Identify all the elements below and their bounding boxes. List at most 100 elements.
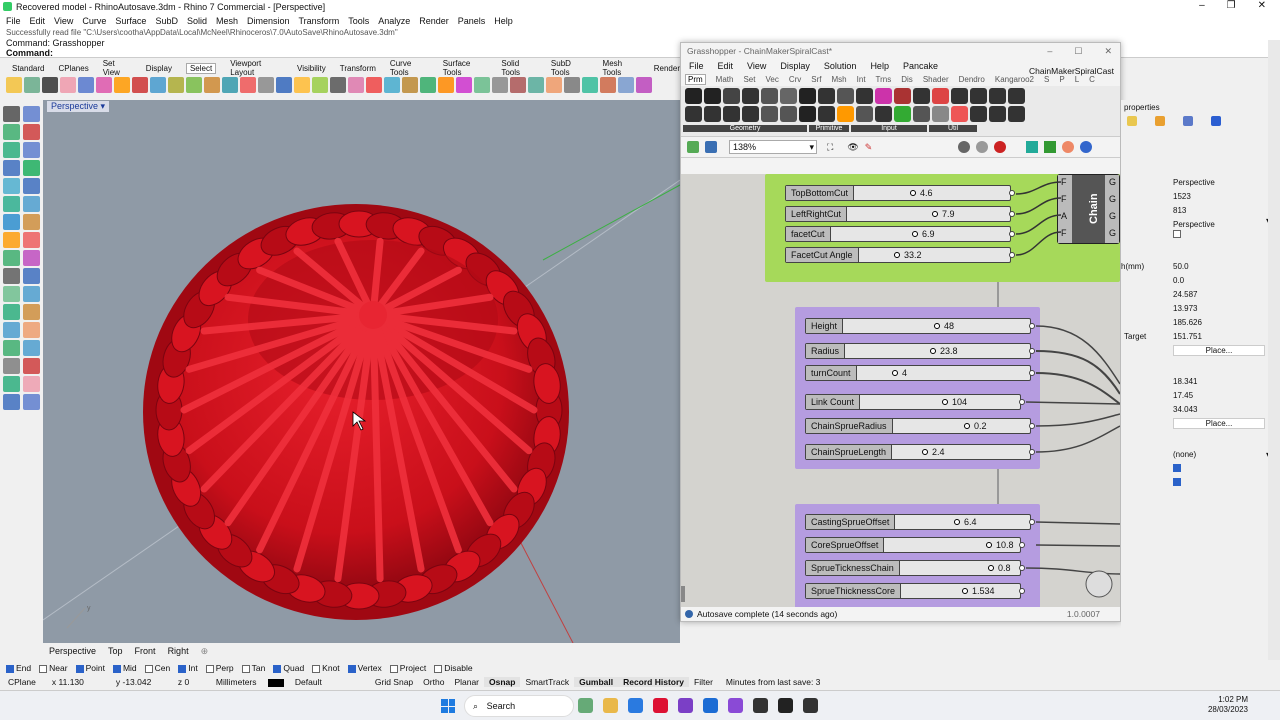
osnap-perp[interactable]: Perp [205, 663, 234, 673]
toolbar-tab-visibility[interactable]: Visibility [297, 64, 326, 73]
checkbox[interactable] [273, 664, 282, 673]
gh-tab-msh[interactable]: Msh [832, 75, 847, 84]
view-tab-front[interactable]: Front [135, 646, 156, 656]
gh-component-icon[interactable] [932, 88, 949, 104]
status-toggle-smarttrack[interactable]: SmartTrack [520, 677, 574, 687]
gh-component-icon[interactable] [951, 88, 968, 104]
gh-tab-srf[interactable]: Srf [811, 75, 821, 84]
notification-icon[interactable] [1211, 116, 1221, 126]
toolbar-button-icon[interactable] [474, 77, 490, 93]
menu-item-file[interactable]: File [6, 16, 21, 26]
gh-component-icon[interactable] [875, 88, 892, 104]
slider-sprueticknesschain[interactable]: SprueTicknessChain 0.8 [805, 560, 1025, 576]
slider-grip[interactable] [962, 588, 968, 594]
wallpaper-value[interactable]: (none) [1173, 450, 1196, 459]
gh-component-icon[interactable] [704, 106, 721, 122]
left-tool-icon[interactable] [3, 322, 20, 338]
left-tool-icon[interactable] [23, 340, 40, 356]
save-file-icon[interactable] [705, 141, 717, 153]
property-value[interactable]: 813 [1173, 206, 1186, 215]
property-checkbox[interactable] [1173, 230, 1181, 238]
gh-menu-help[interactable]: Help [870, 61, 889, 71]
sketch-pen-icon[interactable]: ✎ [865, 142, 873, 153]
gh-component-icon[interactable] [799, 88, 816, 104]
gh-tab-c[interactable]: C [1089, 75, 1095, 84]
status-cplane[interactable]: CPlane [0, 677, 44, 687]
camera-value[interactable]: 24.587 [1173, 290, 1197, 299]
light-icon[interactable] [1155, 116, 1165, 126]
slider-grip[interactable] [912, 231, 918, 237]
close-icon[interactable]: ✕ [1258, 0, 1266, 11]
gh-component-icon[interactable] [818, 106, 835, 122]
canvas-scroll-handle[interactable] [681, 586, 685, 602]
gh-component-icon[interactable] [723, 106, 740, 122]
gh-menu-solution[interactable]: Solution [824, 61, 857, 71]
place-camera-button[interactable]: Place... [1173, 345, 1265, 356]
left-tool-icon[interactable] [3, 178, 20, 194]
left-tool-icon[interactable] [23, 358, 40, 374]
slider-grip[interactable] [986, 542, 992, 548]
gh-menu-edit[interactable]: Edit [718, 61, 734, 71]
toolbar-button-icon[interactable] [402, 77, 418, 93]
checkbox[interactable] [312, 664, 321, 673]
toolbar-button-icon[interactable] [6, 77, 22, 93]
left-tool-icon[interactable] [23, 214, 40, 230]
osnap-near[interactable]: Near [39, 663, 68, 673]
osnap-point[interactable]: Point [75, 663, 105, 673]
taskbar-app-icon[interactable] [753, 698, 768, 713]
toolbar-button-icon[interactable] [492, 77, 508, 93]
gh-component-icon[interactable] [799, 106, 816, 122]
gh-tab-set[interactable]: Set [743, 75, 755, 84]
left-tool-icon[interactable] [23, 322, 40, 338]
gh-component-icon[interactable] [837, 106, 854, 122]
checkbox[interactable] [75, 664, 84, 673]
status-toggle-gumball[interactable]: Gumball [574, 677, 619, 687]
left-tool-icon[interactable] [3, 232, 20, 248]
gh-component-icon[interactable] [913, 106, 930, 122]
add-view-icon[interactable]: ⊕ [201, 646, 209, 657]
toolbar-button-icon[interactable] [204, 77, 220, 93]
toolbar-button-icon[interactable] [420, 77, 436, 93]
left-tool-icon[interactable] [23, 160, 40, 176]
gh-component-icon[interactable] [742, 106, 759, 122]
chain-basket-model[interactable] [143, 204, 569, 620]
slider-output-grip[interactable] [1029, 348, 1035, 354]
gh-component-icon[interactable] [856, 106, 873, 122]
slider-output-grip[interactable] [1029, 370, 1035, 376]
status-toggle-osnap[interactable]: Osnap [484, 677, 521, 687]
osnap-tan[interactable]: Tan [241, 663, 265, 673]
taskbar-app-icon[interactable] [653, 698, 668, 713]
gh-component-icon[interactable] [1008, 88, 1025, 104]
target-distance[interactable]: 151.751 [1173, 332, 1202, 341]
left-tool-icon[interactable] [23, 232, 40, 248]
slider-facetcut[interactable]: facetCut 6.9 [785, 226, 1015, 242]
checkbox[interactable] [205, 664, 214, 673]
property-checkbox[interactable] [1173, 464, 1181, 472]
preview-selected-icon[interactable] [994, 141, 1007, 153]
gh-tab-trns[interactable]: Trns [876, 75, 892, 84]
osnap-disable[interactable]: Disable [434, 663, 473, 673]
checkbox[interactable] [347, 664, 356, 673]
gh-component-icon[interactable] [894, 106, 911, 122]
toolbar-button-icon[interactable] [186, 77, 202, 93]
slider-output-grip[interactable] [1019, 565, 1025, 571]
toolbar-button-icon[interactable] [78, 77, 94, 93]
menu-item-tools[interactable]: Tools [348, 16, 369, 26]
camera-value[interactable]: 13.973 [1173, 304, 1197, 313]
gh-tab-dendro[interactable]: Dendro [959, 75, 985, 84]
osnap-quad[interactable]: Quad [273, 663, 304, 673]
maximize-icon[interactable]: ❐ [1227, 0, 1236, 11]
menu-item-panels[interactable]: Panels [458, 16, 486, 26]
property-checkbox[interactable] [1173, 478, 1181, 486]
slider-output-grip[interactable] [1019, 588, 1025, 594]
gh-component-icon[interactable] [742, 88, 759, 104]
gh-component-icon[interactable] [894, 88, 911, 104]
taskbar-app-icon[interactable] [628, 698, 643, 713]
left-tool-icon[interactable] [3, 160, 20, 176]
toolbar-button-icon[interactable] [294, 77, 310, 93]
gh-component-icon[interactable] [970, 88, 987, 104]
toolbar-tab-display[interactable]: Display [146, 64, 172, 73]
gh-component-icon[interactable] [761, 106, 778, 122]
gh-component-icon[interactable] [685, 106, 702, 122]
left-tool-icon[interactable] [3, 196, 20, 212]
